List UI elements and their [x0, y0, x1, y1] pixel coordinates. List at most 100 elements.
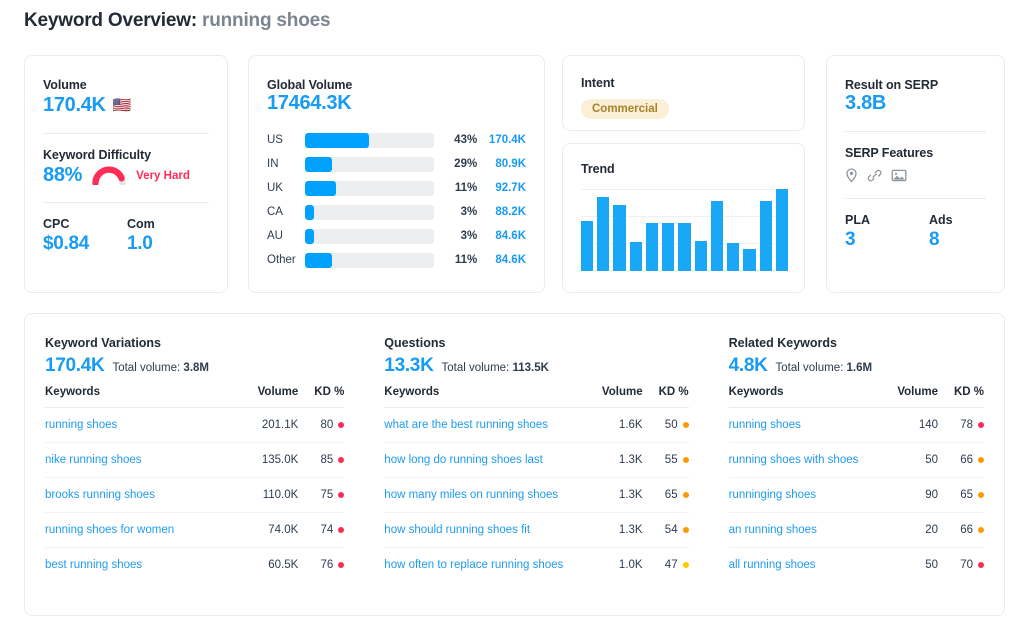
keyword-table-column: Questions 13.3K Total volume: 113.5K Keywor… [364, 336, 708, 615]
trend-bar [743, 248, 756, 271]
com-block: Com 1.0 [127, 217, 155, 255]
table-row: brooks running shoes 110.0K 75 [45, 477, 345, 513]
keyword-link[interactable]: how many miles on running shoes [384, 489, 558, 501]
pla-ads-row: PLA 3 Ads 8 [845, 213, 986, 251]
kd-dot-icon [978, 562, 984, 568]
link-icon[interactable] [867, 168, 882, 183]
ads-value: 8 [929, 229, 940, 250]
kd-dot-icon [682, 527, 689, 533]
country-volume[interactable]: 170.4K [477, 134, 526, 146]
page-title: Keyword Overview: running shoes [24, 10, 331, 32]
volume-cell: 74.0K [236, 512, 299, 548]
volume-bar-track [304, 132, 435, 148]
keyword-link[interactable]: running shoes [45, 419, 117, 431]
keyword-link[interactable]: running shoes [729, 419, 801, 431]
serp-features-icons [845, 168, 986, 183]
intent-badge[interactable]: Commercial [581, 99, 669, 119]
kd-dot-icon [338, 562, 345, 568]
column-header-keywords[interactable]: Keywords [728, 386, 876, 408]
keyword-link[interactable]: best running shoes [45, 559, 142, 571]
volume-bar-fill [304, 228, 314, 244]
keyword-link[interactable]: an running shoes [729, 524, 817, 536]
table-summary: 4.8K Total volume: 1.6M [729, 355, 984, 377]
kd-dot-icon [978, 457, 984, 463]
table-title: Keyword Variations [45, 336, 162, 350]
com-value: 1.0 [127, 233, 153, 254]
volume-cell: 1.3K [580, 442, 643, 478]
table-title: Questions [384, 336, 446, 350]
column-header-keywords[interactable]: Keywords [45, 386, 237, 408]
table-summary: 13.3K Total volume: 113.5K [384, 355, 688, 377]
volume-cell: 201.1K [236, 407, 299, 443]
volume-card: Volume 170.4K 🇺🇸 Keyword Difficulty 88% … [24, 55, 228, 293]
kd-cell: 75 [298, 477, 345, 513]
page-title-keyword: running shoes [202, 10, 331, 31]
keyword-cell: running shoes with shoes [728, 442, 876, 478]
country-code: UK [267, 182, 283, 194]
cpc-block: CPC $0.84 [43, 217, 127, 255]
divider [43, 202, 209, 203]
keyword-link[interactable]: running shoes with shoes [729, 454, 859, 466]
ads-block: Ads 8 [929, 213, 953, 251]
country-volume[interactable]: 88.2K [477, 206, 526, 218]
country-percent: 11% [454, 182, 478, 194]
country-volume[interactable]: 92.7K [477, 182, 526, 194]
country-volume[interactable]: 80.9K [477, 158, 526, 170]
global-volume-row: AU 3% 84.6K [267, 224, 526, 248]
country-volume[interactable]: 84.6K [477, 230, 526, 242]
table-row: running shoes with shoes 50 66 [728, 442, 984, 478]
table-summary: 170.4K Total volume: 3.8M [45, 355, 344, 377]
cpc-value: $0.84 [43, 233, 90, 254]
column-header-volume[interactable]: Volume [580, 386, 643, 408]
result-on-serp-label: Result on SERP [845, 78, 939, 92]
country-percent: 11% [454, 254, 478, 266]
table-stat-value: 13.3K [384, 355, 434, 376]
keyword-difficulty-value: 88% [43, 164, 83, 186]
country-percent: 3% [460, 206, 478, 218]
keyword-link[interactable]: brooks running shoes [45, 489, 155, 501]
image-icon[interactable] [891, 168, 907, 183]
column-header-keywords[interactable]: Keywords [384, 386, 581, 408]
cpc-com-row: CPC $0.84 Com 1.0 [43, 217, 209, 255]
column-header-kd[interactable]: KD % [298, 386, 345, 408]
column-header-volume[interactable]: Volume [236, 386, 299, 408]
country-volume[interactable]: 84.6K [477, 254, 526, 266]
kd-cell: 66 [938, 442, 984, 478]
result-on-serp-value: 3.8B [845, 92, 887, 114]
keyword-link[interactable]: runninging shoes [729, 489, 817, 501]
table-row: how long do running shoes last 1.3K 55 [384, 442, 689, 478]
kd-cell: 65 [938, 477, 984, 513]
map-pin-icon[interactable] [845, 168, 858, 183]
us-flag-icon: 🇺🇸 [112, 97, 132, 114]
trend-bar [727, 243, 740, 271]
pla-label: PLA [845, 213, 870, 227]
volume-cell: 90 [876, 477, 938, 513]
volume-cell: 140 [876, 407, 938, 443]
keyword-link[interactable]: how should running shoes fit [384, 524, 530, 536]
table-row: runninging shoes 90 65 [728, 477, 984, 513]
keyword-link[interactable]: how often to replace running shoes [384, 559, 563, 571]
volume-cell: 1.3K [580, 512, 643, 548]
column-header-volume[interactable]: Volume [876, 386, 938, 408]
divider [845, 198, 986, 199]
volume-bar-fill [304, 132, 370, 148]
keyword-link[interactable]: what are the best running shoes [384, 419, 548, 431]
keyword-cell: all running shoes [729, 548, 876, 583]
kd-dot-icon [978, 527, 984, 533]
volume-cell: 1.6K [580, 407, 643, 443]
table-row: best running shoes 60.5K 76 [45, 548, 345, 583]
global-volume-label: Global Volume [267, 78, 353, 92]
keyword-cell: what are the best running shoes [384, 407, 581, 443]
trend-bar-group [581, 189, 789, 271]
keyword-link[interactable]: all running shoes [729, 559, 816, 571]
column-header-kd[interactable]: KD % [642, 386, 689, 408]
cpc-label: CPC [43, 217, 70, 231]
column-header-kd[interactable]: KD % [938, 386, 984, 408]
keyword-cell: nike running shoes [45, 442, 237, 478]
keyword-link[interactable]: nike running shoes [45, 454, 142, 466]
trend-card: Trend [562, 143, 805, 293]
keyword-link[interactable]: running shoes for women [45, 524, 174, 536]
trend-bar [597, 196, 610, 271]
keyword-cell: how often to replace running shoes [384, 548, 580, 583]
keyword-link[interactable]: how long do running shoes last [384, 454, 543, 466]
